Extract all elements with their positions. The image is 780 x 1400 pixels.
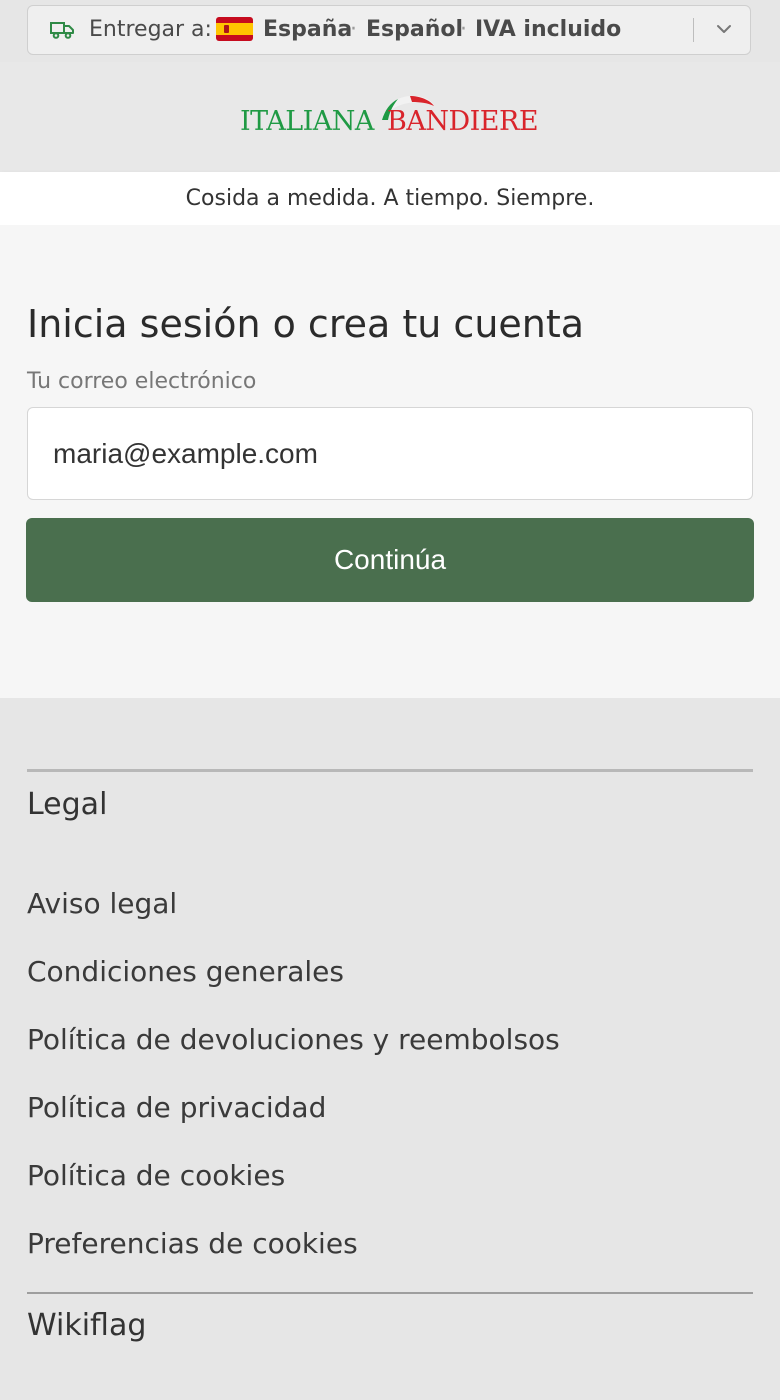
footer-divider: [27, 769, 753, 772]
country-value: España: [263, 17, 353, 42]
delivery-selector[interactable]: Entregar a: España · Español · IVA inclu…: [27, 5, 751, 55]
legal-link-condiciones[interactable]: Condiciones generales: [27, 955, 344, 988]
divider: [693, 18, 694, 42]
legal-link-cookies[interactable]: Política de cookies: [27, 1159, 285, 1192]
legal-link-item: Política de devoluciones y reembolsos: [27, 1014, 560, 1082]
chevron-down-icon[interactable]: [716, 23, 732, 35]
truck-icon: [50, 22, 74, 39]
vat-value: IVA incluido: [475, 17, 622, 42]
continue-button[interactable]: Continúa: [26, 518, 754, 602]
footer-divider: [27, 1292, 753, 1294]
legal-link-privacidad[interactable]: Política de privacidad: [27, 1091, 326, 1124]
legal-link-item: Política de privacidad: [27, 1082, 560, 1150]
deliver-to-label: Entregar a:: [89, 17, 212, 42]
legal-link-devoluciones[interactable]: Política de devoluciones y reembolsos: [27, 1023, 560, 1056]
legal-link-item: Aviso legal: [27, 878, 560, 946]
delivery-bar-container: Entregar a: España · Español · IVA inclu…: [0, 0, 780, 62]
logo-text-bandiere: BANDIERE: [387, 106, 539, 137]
email-label: Tu correo electrónico: [27, 369, 257, 394]
legal-link-item: Preferencias de cookies: [27, 1218, 560, 1286]
email-input[interactable]: [27, 407, 753, 500]
site-header: ITALIANA BANDIERE: [0, 62, 780, 172]
site-footer: Legal Aviso legal Condiciones generales …: [0, 698, 780, 1400]
legal-heading[interactable]: Legal: [27, 786, 107, 824]
tagline: Cosida a medida. A tiempo. Siempre.: [0, 172, 780, 225]
separator-dot: ·: [460, 17, 467, 42]
legal-link-aviso-legal[interactable]: Aviso legal: [27, 887, 177, 920]
legal-link-item: Condiciones generales: [27, 946, 560, 1014]
logo-text-italiana: ITALIANA: [240, 106, 374, 137]
legal-link-item: Política de cookies: [27, 1150, 560, 1218]
legal-link-preferencias-cookies[interactable]: Preferencias de cookies: [27, 1227, 358, 1260]
brand-logo[interactable]: ITALIANA BANDIERE: [240, 92, 545, 142]
login-section: Inicia sesión o crea tu cuenta Tu correo…: [0, 225, 780, 698]
spain-flag-icon: [216, 17, 253, 41]
legal-links-list: Aviso legal Condiciones generales Políti…: [27, 878, 560, 1286]
login-title: Inicia sesión o crea tu cuenta: [27, 302, 585, 346]
language-value: Español: [366, 17, 464, 42]
separator-dot: ·: [350, 17, 357, 42]
wikiflag-heading[interactable]: Wikiflag: [27, 1306, 146, 1346]
